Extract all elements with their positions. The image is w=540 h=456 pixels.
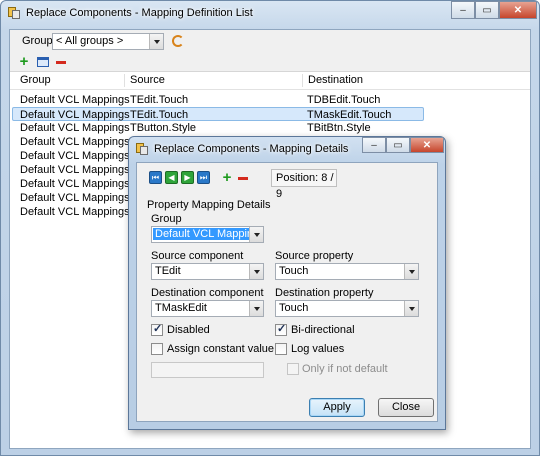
cell-group: Default VCL Mappings — [20, 136, 130, 148]
minimize-button[interactable]: – — [451, 1, 475, 19]
disabled-label: Disabled — [167, 324, 210, 336]
maximize-button[interactable]: ▭ — [386, 137, 410, 153]
detail-group-combo[interactable]: Default VCL Mappings — [151, 226, 264, 243]
refresh-icon — [172, 35, 184, 47]
dest-property-label: Destination property — [275, 287, 374, 299]
mapping-details-dialog: Replace Components - Mapping Details – ▭… — [128, 136, 446, 430]
maximize-button[interactable]: ▭ — [475, 1, 499, 19]
cell-group: Default VCL Mappings — [20, 150, 130, 162]
source-component-combo[interactable]: TEdit — [151, 263, 264, 280]
close-window-button[interactable]: ✕ — [499, 1, 537, 19]
cell-destination: TBitBtn.Style — [307, 122, 371, 134]
add-detail-button[interactable]: + — [219, 170, 235, 186]
dest-property-value: Touch — [279, 302, 309, 314]
close-button[interactable]: Close — [378, 398, 434, 417]
details-client-area: ⏮ ◀ ▶ ⏭ + Position: 8 / 9 Property Mappi… — [136, 162, 438, 422]
dest-property-combo[interactable]: Touch — [275, 300, 419, 317]
last-record-icon[interactable]: ⏭ — [197, 171, 210, 184]
cell-group: Default VCL Mappings — [20, 206, 130, 218]
cell-source: TEdit.Touch — [130, 94, 189, 106]
add-mapping-button[interactable]: + — [16, 54, 32, 70]
assign-constant-label: Assign constant value — [167, 343, 275, 355]
detail-group-label: Group — [151, 213, 182, 225]
column-divider[interactable] — [124, 74, 125, 87]
source-component-value: TEdit — [155, 265, 181, 277]
plus-icon: + — [19, 53, 29, 70]
group-filter-combo[interactable]: < All groups > — [52, 33, 164, 50]
group-filter-label: Group — [22, 35, 53, 47]
section-heading: Property Mapping Details — [147, 199, 271, 211]
column-header-source[interactable]: Source — [126, 72, 165, 89]
table-row[interactable]: Default VCL Mappings TButton.Style TBitBtn… — [10, 121, 530, 135]
group-filter-value: < All groups > — [56, 35, 124, 47]
delete-detail-button[interactable] — [235, 170, 251, 186]
chevron-down-icon — [249, 301, 263, 316]
chevron-down-icon — [249, 227, 263, 242]
first-record-icon[interactable]: ⏮ — [149, 171, 162, 184]
table-row[interactable]: Default VCL Mappings TEdit.Touch TDBEdit.T… — [10, 93, 530, 107]
source-property-value: Touch — [279, 265, 309, 277]
chevron-down-icon — [249, 264, 263, 279]
dest-component-label: Destination component — [151, 287, 264, 299]
outer-window-title: Replace Components - Mapping Definition … — [26, 7, 253, 19]
list-toolbar: + — [10, 52, 530, 72]
cell-destination: TDBEdit.Touch — [307, 94, 381, 106]
plus-icon: + — [222, 169, 232, 186]
cell-group: Default VCL Mappings — [20, 94, 130, 106]
prior-record-icon[interactable]: ◀ — [165, 171, 178, 184]
cell-group: Default VCL Mappings — [20, 122, 130, 134]
table-row[interactable]: Default VCL Mappings TEdit.Touch TMaskEdit… — [12, 107, 424, 121]
inner-window-title: Replace Components - Mapping Details — [154, 143, 349, 155]
bidirectional-label: Bi-directional — [291, 324, 355, 336]
minus-icon — [56, 60, 66, 64]
only-if-not-default-checkbox[interactable] — [287, 363, 299, 375]
dest-component-value: TMaskEdit — [155, 302, 207, 314]
edit-mapping-button[interactable] — [35, 54, 51, 70]
navigator-toolbar: ⏮ ◀ ▶ ⏭ + — [149, 170, 269, 191]
outer-titlebar[interactable]: Replace Components - Mapping Definition … — [7, 4, 253, 22]
source-property-label: Source property — [275, 250, 354, 262]
detail-group-value: Default VCL Mappings — [153, 228, 263, 240]
next-record-icon[interactable]: ▶ — [181, 171, 194, 184]
log-values-label: Log values — [291, 343, 345, 355]
column-divider[interactable] — [302, 74, 303, 87]
source-component-label: Source component — [151, 250, 244, 262]
minimize-button[interactable]: – — [362, 137, 386, 153]
cell-group: Default VCL Mappings — [20, 178, 130, 190]
close-dialog-button[interactable]: ✕ — [410, 137, 444, 153]
chevron-down-icon — [404, 264, 418, 279]
components-window-icon — [135, 142, 149, 156]
log-values-checkbox[interactable] — [275, 343, 287, 355]
inner-caption-buttons: – ▭ ✕ — [362, 137, 444, 153]
source-property-combo[interactable]: Touch — [275, 263, 419, 280]
delete-mapping-button[interactable] — [53, 54, 69, 70]
cell-destination: TMaskEdit.Touch — [307, 109, 392, 121]
group-filter-bar: Group < All groups > — [10, 30, 530, 52]
position-label: Position: — [276, 172, 319, 184]
list-header: Group Source Destination — [10, 72, 530, 90]
minus-icon — [238, 176, 248, 180]
cell-source: TEdit.Touch — [130, 109, 189, 121]
constant-value-field[interactable] — [151, 362, 264, 378]
edit-window-icon — [37, 57, 49, 67]
cell-group: Default VCL Mappings — [20, 109, 130, 121]
refresh-button[interactable] — [170, 33, 186, 49]
apply-button[interactable]: Apply — [309, 398, 365, 417]
disabled-checkbox[interactable] — [151, 322, 163, 336]
column-header-destination[interactable]: Destination — [304, 72, 363, 89]
cell-group: Default VCL Mappings — [20, 192, 130, 204]
outer-caption-buttons: – ▭ ✕ — [451, 1, 537, 19]
column-header-group[interactable]: Group — [16, 72, 51, 89]
cell-group: Default VCL Mappings — [20, 164, 130, 176]
components-window-icon — [7, 6, 21, 20]
position-indicator: Position: 8 / 9 — [271, 169, 337, 200]
chevron-down-icon — [149, 34, 163, 49]
assign-constant-checkbox[interactable] — [151, 343, 163, 355]
dest-component-combo[interactable]: TMaskEdit — [151, 300, 264, 317]
inner-titlebar[interactable]: Replace Components - Mapping Details — [135, 141, 348, 157]
bidirectional-checkbox[interactable] — [275, 322, 287, 336]
chevron-down-icon — [404, 301, 418, 316]
only-if-not-default-label: Only if not default — [302, 363, 388, 375]
cell-source: TButton.Style — [130, 122, 197, 134]
